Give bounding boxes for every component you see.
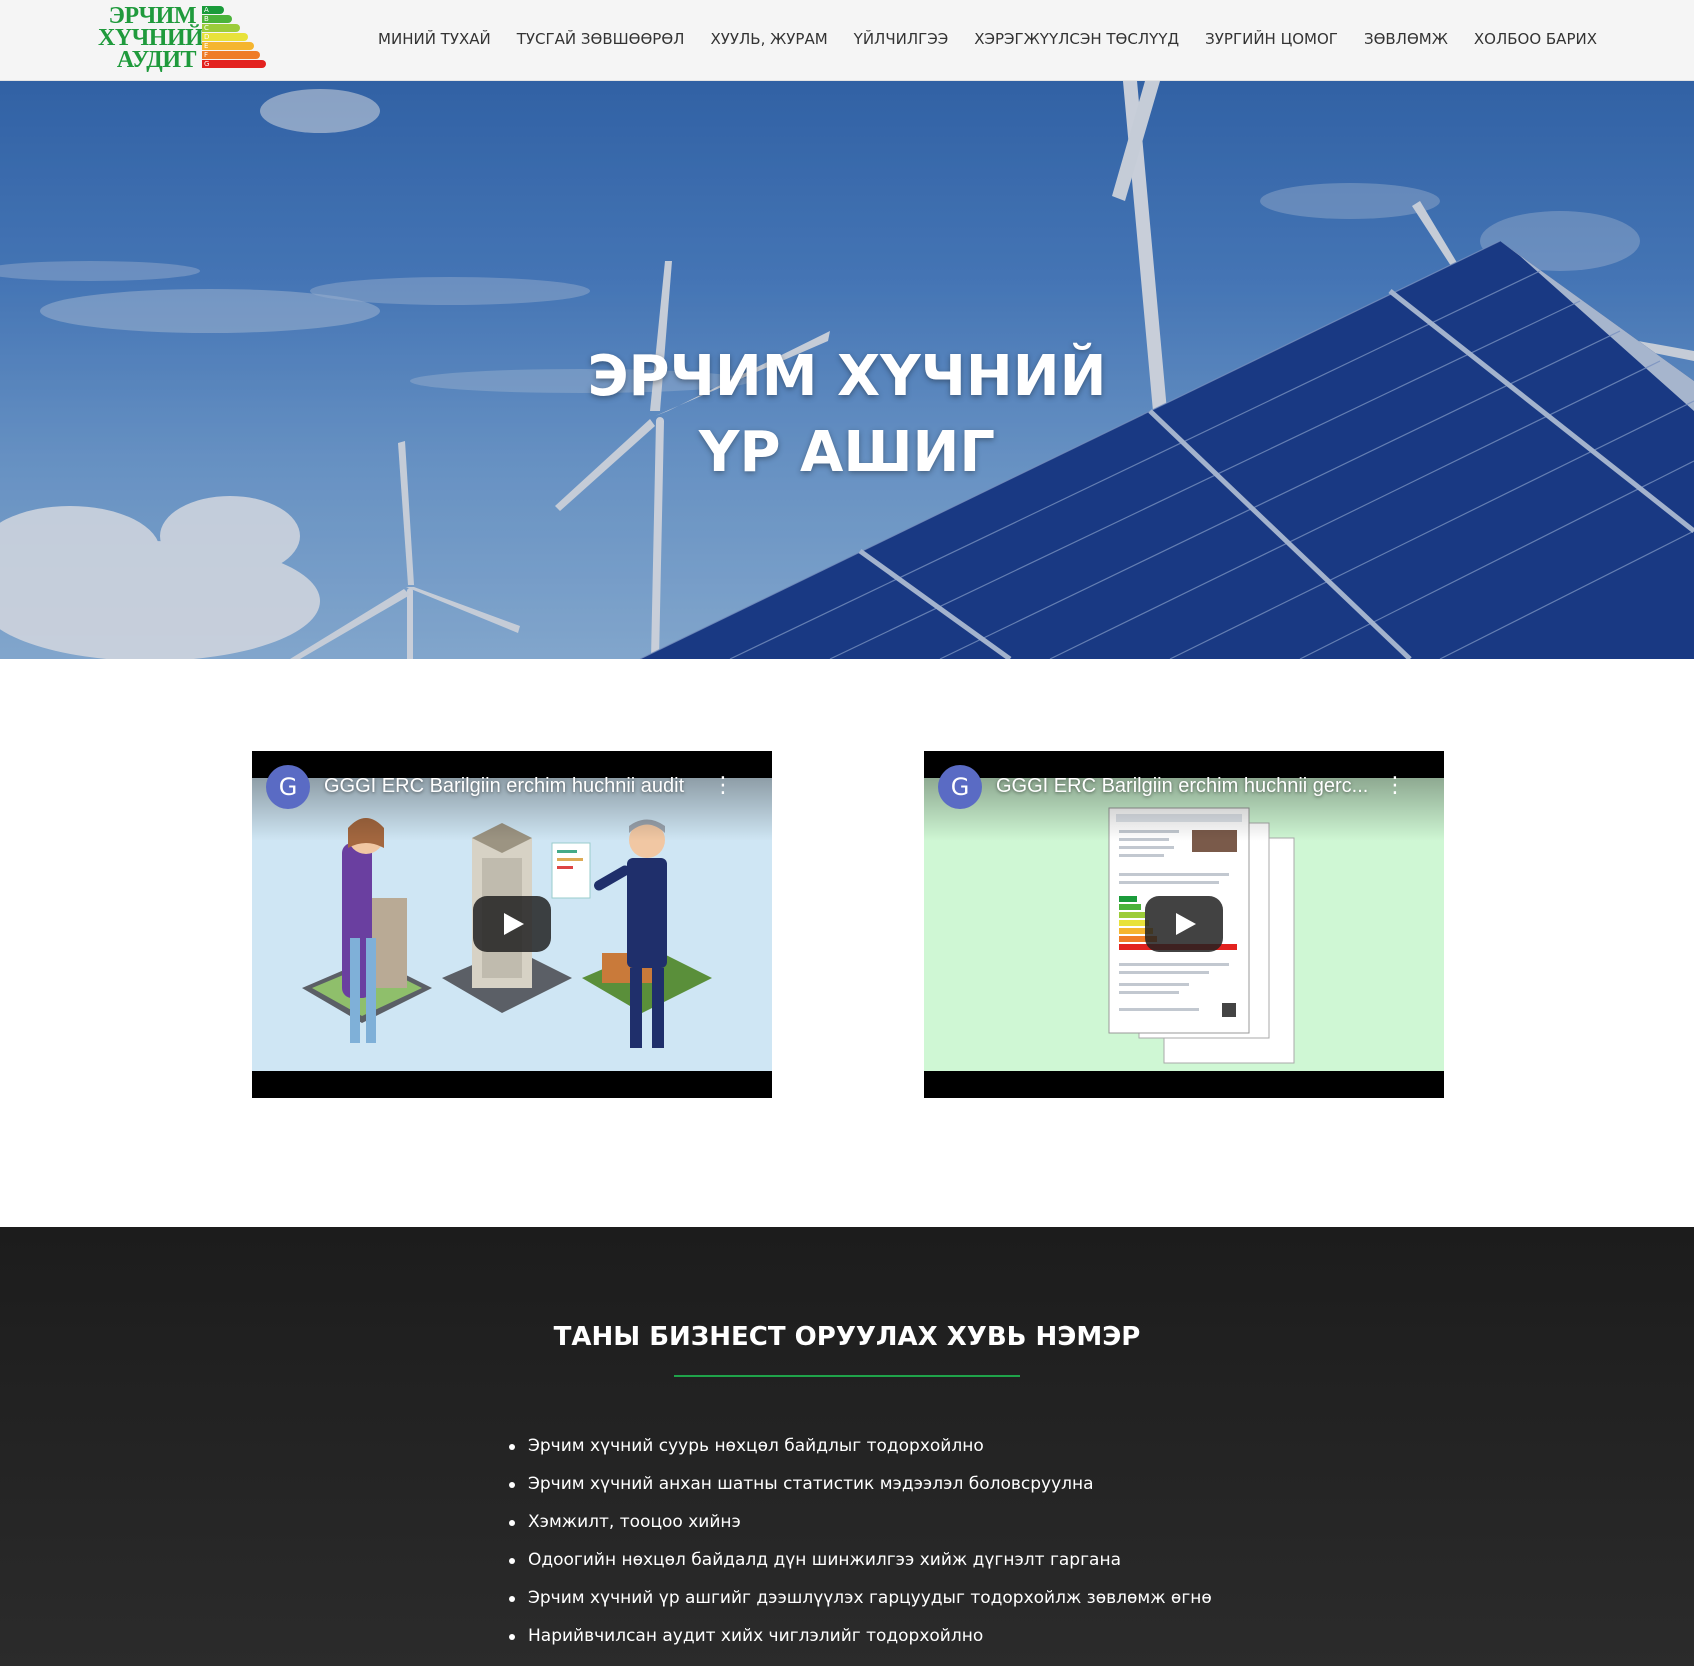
logo-bar-f: F	[202, 51, 260, 59]
logo-bar-a: A	[202, 6, 224, 14]
benefits-list: Эрчим хүчний суурь нөхцөл байдлыг тодорх…	[508, 1427, 1212, 1666]
logo-text: ЭРЧИМ ХҮЧНИЙ АУДИТ	[98, 3, 204, 73]
list-item: Эрчим хүчний суурь нөхцөл байдлыг тодорх…	[508, 1427, 1212, 1465]
play-button-icon[interactable]	[473, 896, 551, 952]
channel-avatar[interactable]: G	[938, 765, 982, 809]
nav-item-services[interactable]: ҮЙЛЧИЛГЭЭ	[854, 30, 949, 48]
list-item: Нарийвчилсан аудит хийх чиглэлийг тодорх…	[508, 1617, 1212, 1655]
site-header: ЭРЧИМ ХҮЧНИЙ АУДИТ A B C D E F G МИНИЙ Т…	[0, 0, 1694, 81]
video-title[interactable]: GGGI ERC Barilgiin erchim huchnii audit	[324, 775, 684, 798]
nav-item-contact[interactable]: ХОЛБОО БАРИХ	[1474, 30, 1597, 48]
nav-item-about[interactable]: МИНИЙ ТУХАЙ	[378, 30, 491, 48]
video-title[interactable]: GGGI ERC Barilgiin erchim huchnii gerc..…	[996, 775, 1368, 798]
hero-title: ЭРЧИМ ХҮЧНИЙ ҮР АШИГ	[0, 339, 1694, 491]
site-logo[interactable]: ЭРЧИМ ХҮЧНИЙ АУДИТ A B C D E F G	[98, 3, 268, 77]
hero-title-line-1: ЭРЧИМ ХҮЧНИЙ	[587, 344, 1107, 409]
logo-line-2: ХҮЧНИЙ	[98, 25, 204, 51]
nav-item-gallery[interactable]: ЗУРГИЙН ЦОМОГ	[1205, 30, 1338, 48]
logo-bar-g: G	[202, 60, 266, 68]
list-item: Одоогийн нөхцөл байдалд дүн шинжилгээ хи…	[508, 1541, 1212, 1579]
benefits-title: ТАНЫ БИЗНЕСТ ОРУУЛАХ ХУВЬ НЭМЭР	[553, 1322, 1141, 1352]
video-embed-audit[interactable]: G GGGI ERC Barilgiin erchim huchnii audi…	[252, 751, 772, 1098]
logo-bar-d: D	[202, 33, 248, 41]
logo-bar-c: C	[202, 24, 240, 32]
list-item: Эрчим хүчний анхан шатны статистик мэдээ…	[508, 1465, 1212, 1503]
more-vert-icon[interactable]: ⋮	[1384, 773, 1406, 799]
list-item: Шаардлагатай хөрөнгө оруулалт, өгөөжийн …	[508, 1655, 1212, 1666]
logo-bar-e: E	[202, 42, 254, 50]
hero-title-line-2: ҮР АШИГ	[698, 420, 996, 485]
more-vert-icon[interactable]: ⋮	[712, 773, 734, 799]
nav-item-projects[interactable]: ХЭРЭГЖҮҮЛСЭН ТӨСЛҮҮД	[974, 30, 1179, 48]
list-item: Хэмжилт, тооцоо хийнэ	[508, 1503, 1212, 1541]
nav-item-license[interactable]: ТУСГАЙ ЗӨВШӨӨРӨЛ	[517, 30, 685, 48]
list-item: Эрчим хүчний үр ашгийг дээшлүүлэх гарцуу…	[508, 1579, 1212, 1617]
main-nav: МИНИЙ ТУХАЙ ТУСГАЙ ЗӨВШӨӨРӨЛ ХУУЛЬ, ЖУРА…	[352, 30, 1597, 48]
logo-line-1: ЭРЧИМ	[108, 3, 197, 29]
play-button-icon[interactable]	[1145, 896, 1223, 952]
logo-line-3: АУДИТ	[116, 47, 197, 73]
hero-banner: ЭРЧИМ ХҮЧНИЙ ҮР АШИГ	[0, 81, 1694, 659]
nav-item-advice[interactable]: ЗӨВЛӨМЖ	[1364, 30, 1448, 48]
title-underline	[674, 1375, 1020, 1377]
logo-bar-b: B	[202, 15, 232, 23]
video-embed-certificate[interactable]: G GGGI ERC Barilgiin erchim huchnii gerc…	[924, 751, 1444, 1098]
nav-item-law[interactable]: ХУУЛЬ, ЖУРАМ	[710, 30, 827, 48]
channel-avatar[interactable]: G	[266, 765, 310, 809]
benefits-section: ТАНЫ БИЗНЕСТ ОРУУЛАХ ХУВЬ НЭМЭР Эрчим хү…	[0, 1227, 1694, 1666]
